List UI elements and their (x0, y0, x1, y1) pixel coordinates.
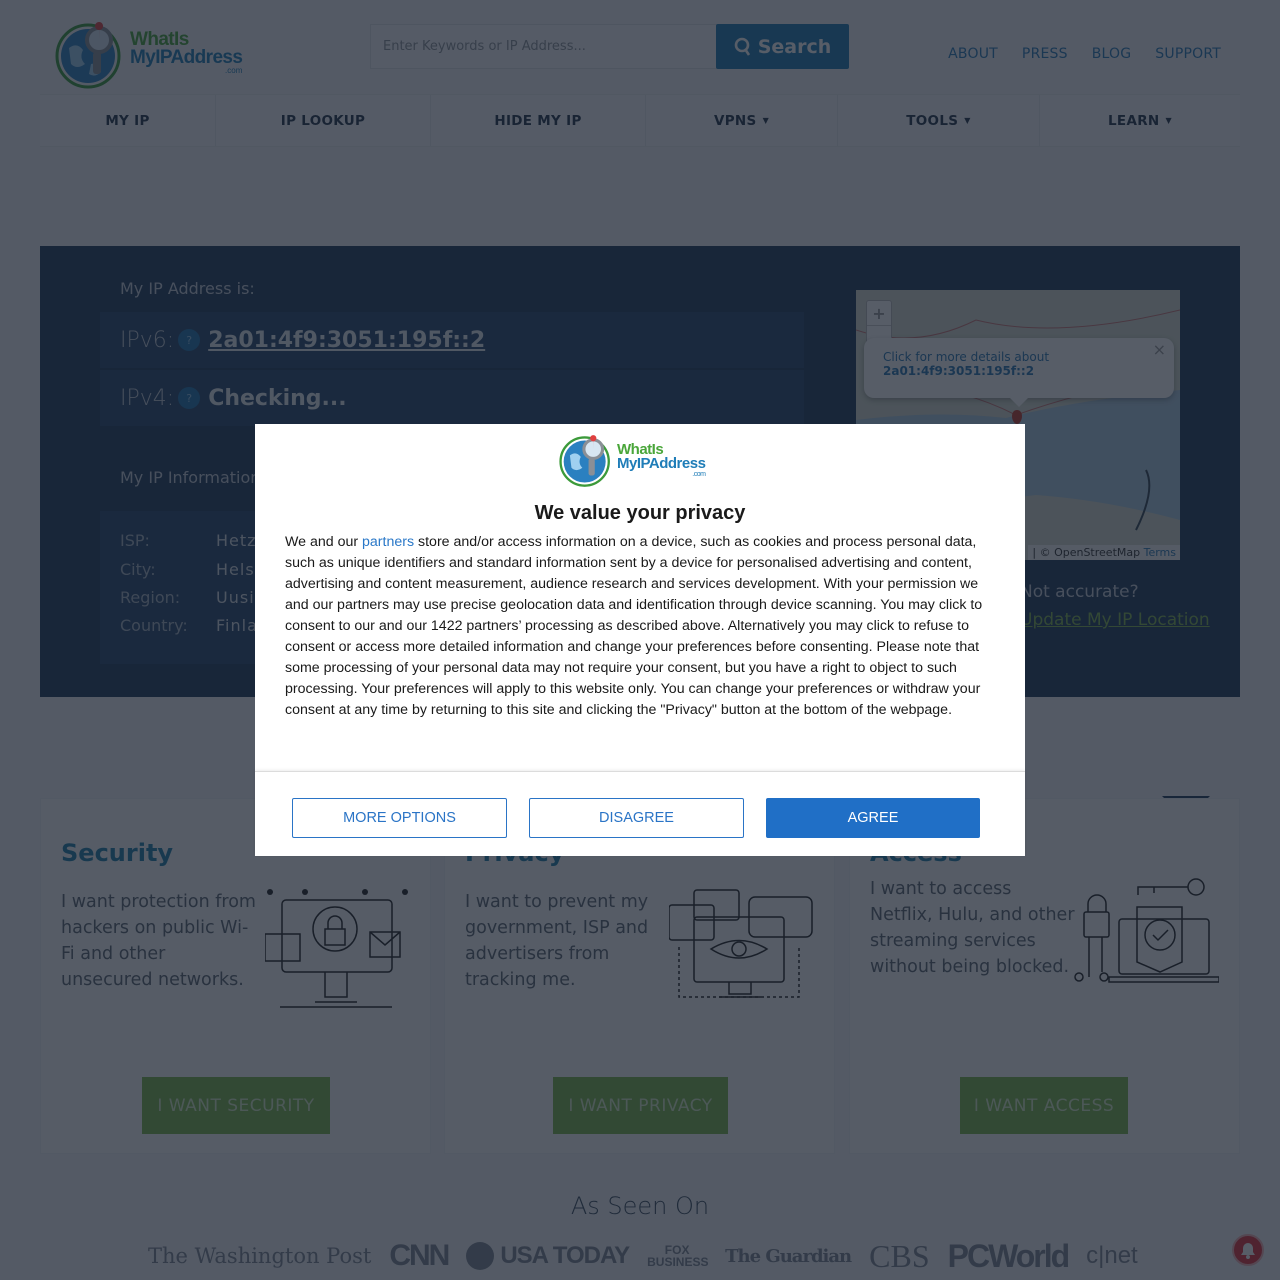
dialog-logo-wordmark: WhatIs MyIPAddress .com (617, 441, 706, 478)
more-options-button[interactable]: MORE OPTIONS (292, 798, 507, 838)
dialog-body: We and our partners store and/or access … (285, 534, 983, 718)
consent-dialog: WhatIs MyIPAddress .com We value your pr… (255, 424, 1025, 856)
dialog-title: We value your privacy (534, 502, 746, 524)
globe-magnifier-icon (559, 435, 610, 487)
dialog-logo: WhatIs MyIPAddress .com (559, 432, 729, 488)
disagree-button[interactable]: DISAGREE (529, 798, 744, 838)
dialog-footer: MORE OPTIONS DISAGREE AGREE (255, 771, 1025, 856)
agree-button[interactable]: AGREE (766, 798, 980, 838)
partners-link[interactable]: partners (362, 534, 414, 550)
